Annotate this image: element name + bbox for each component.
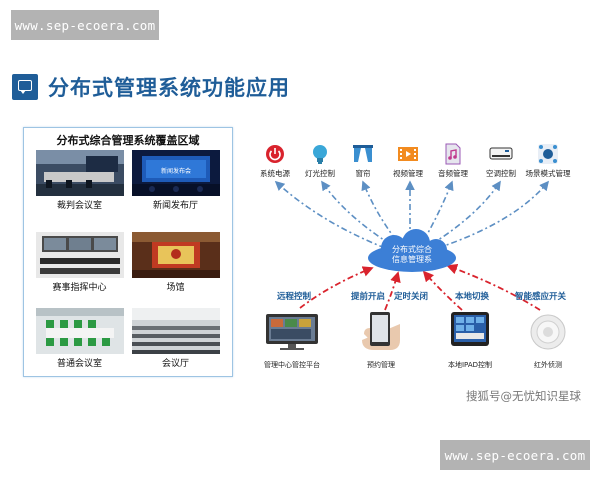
power-icon bbox=[263, 143, 287, 165]
smartphone-icon bbox=[346, 310, 416, 356]
curtain-icon bbox=[351, 143, 375, 165]
device-infrared: 红外侦测 bbox=[520, 312, 576, 370]
control-label-pre-start: 提前开启 bbox=[351, 292, 386, 302]
device-local-ipad: 本地IPAD控制 bbox=[430, 310, 510, 370]
hub-label: 分布式综合 信息管理系 bbox=[374, 245, 450, 265]
control-label-smart-sensor: 智能感应开关 bbox=[515, 292, 567, 302]
control-label-timed-off: 定时关闭 bbox=[394, 292, 429, 302]
device-label: 红外侦测 bbox=[534, 361, 562, 369]
audio-file-icon bbox=[441, 143, 465, 165]
tablet-icon bbox=[430, 310, 510, 356]
infrared-sensor-icon bbox=[520, 312, 576, 356]
function-node-scene: 场景模式管理 bbox=[513, 143, 583, 179]
device-label: 预约管理 bbox=[367, 361, 395, 369]
monitor-icon bbox=[250, 312, 334, 356]
control-label-remote: 远程控制 bbox=[277, 292, 312, 302]
control-label-local-switch: 本地切换 bbox=[455, 292, 490, 302]
scene-mode-icon bbox=[536, 143, 560, 165]
device-label: 本地IPAD控制 bbox=[447, 361, 493, 369]
hub-label-line1: 分布式综合 bbox=[392, 245, 432, 254]
source-credit: 搜狐号@无忧知识星球 bbox=[466, 389, 581, 403]
device-reservation: 预约管理 bbox=[346, 310, 416, 370]
connector-lines bbox=[274, 180, 550, 311]
function-label: 场景模式管理 bbox=[525, 169, 571, 178]
air-conditioner-icon bbox=[489, 143, 513, 165]
film-icon bbox=[396, 143, 420, 165]
device-label: 管理中心管控平台 bbox=[264, 361, 320, 369]
hub-label-line2: 信息管理系 bbox=[392, 255, 432, 264]
device-management-platform: 管理中心管控平台 bbox=[250, 312, 334, 370]
